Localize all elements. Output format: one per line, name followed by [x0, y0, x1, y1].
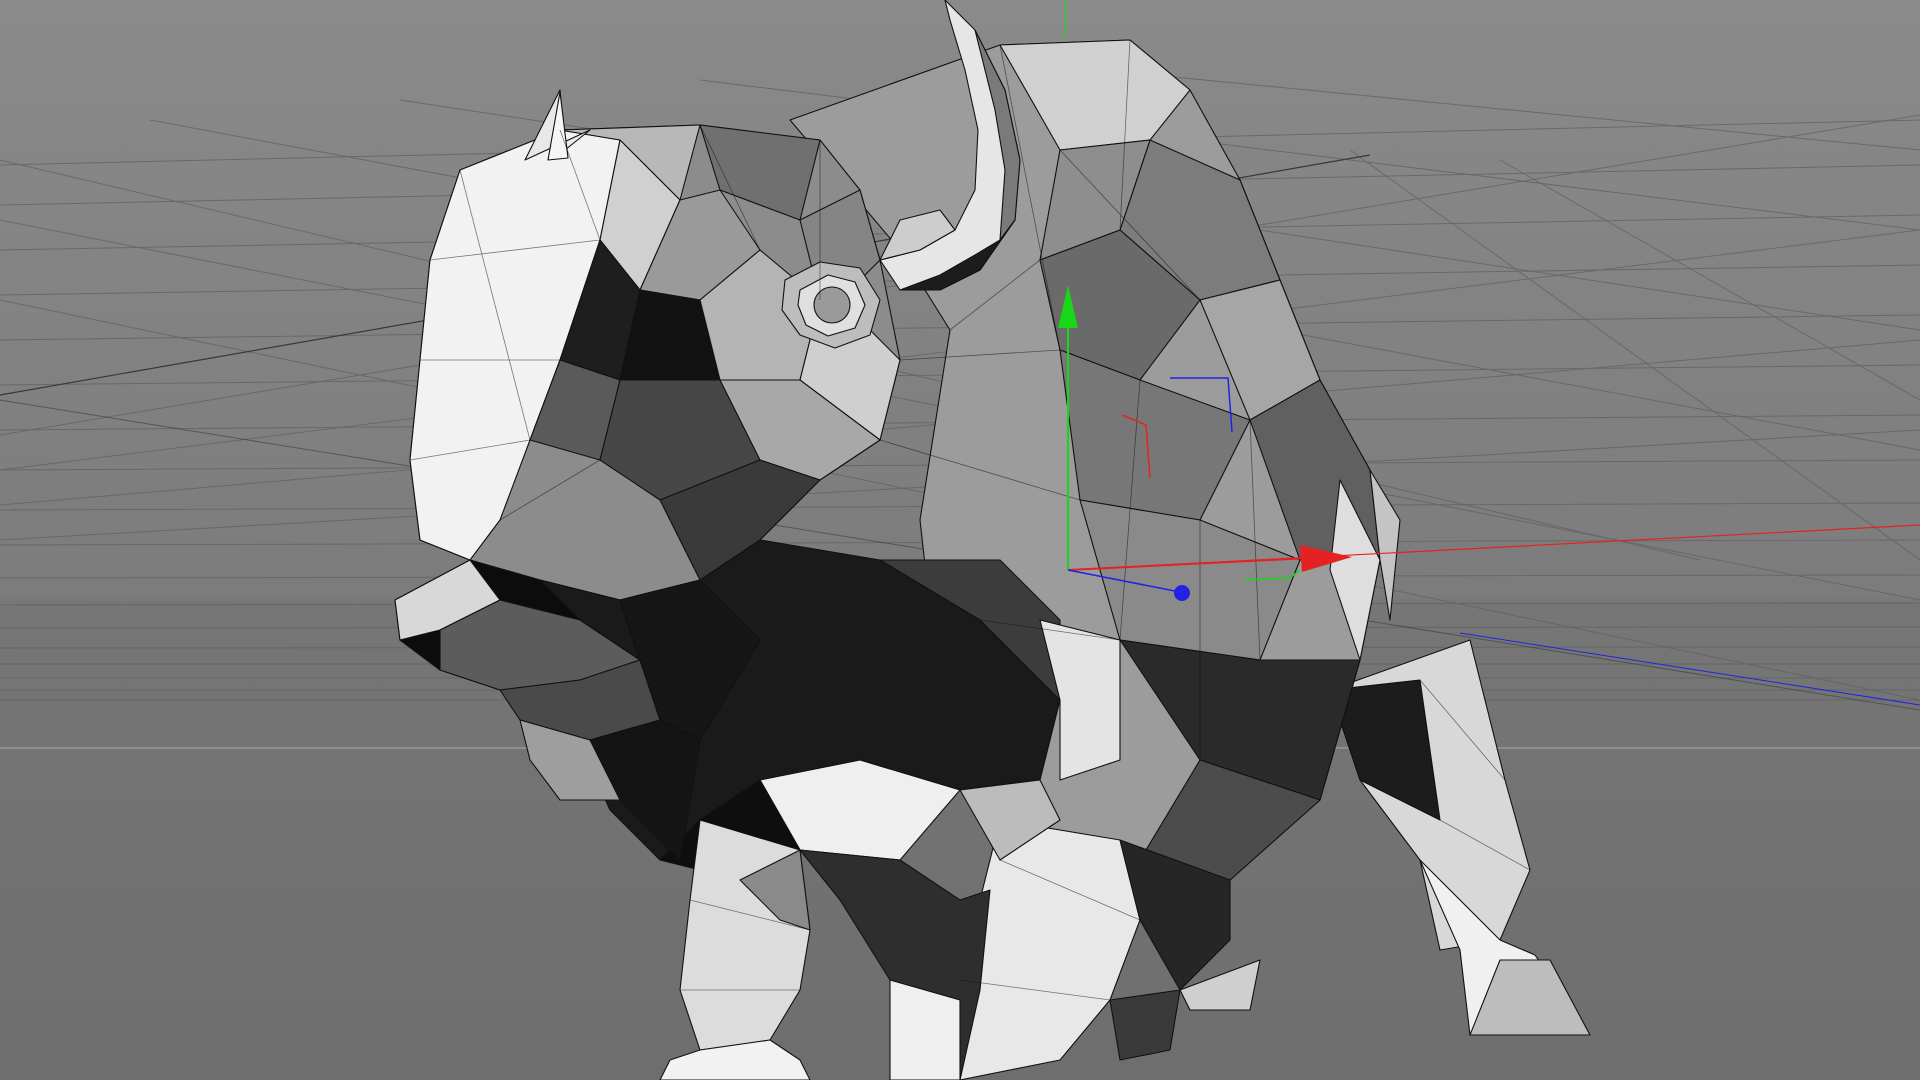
gizmo-z-handle-icon[interactable] — [1174, 585, 1190, 601]
viewport-canvas[interactable] — [0, 0, 1920, 1080]
3d-viewport[interactable] — [0, 0, 1920, 1080]
